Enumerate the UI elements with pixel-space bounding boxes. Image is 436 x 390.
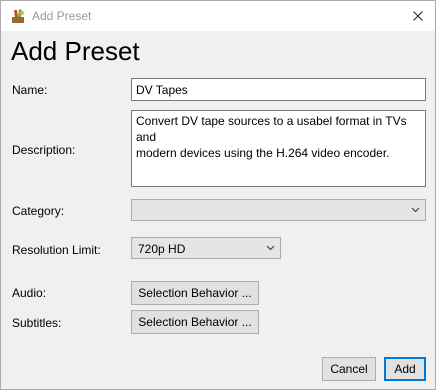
category-dropdown[interactable] [131,199,426,221]
handbrake-icon [12,9,24,23]
subtitles-selection-behavior-button[interactable]: Selection Behavior ... [131,310,259,334]
title-bar: Add Preset [1,1,435,31]
close-icon [413,11,423,21]
description-label: Description: [12,143,76,157]
description-line: Convert DV tape sources to a usabel form… [136,114,407,144]
name-field[interactable] [131,78,426,101]
cancel-button[interactable]: Cancel [322,357,376,381]
chevron-down-icon [266,245,275,251]
page-title: Add Preset [11,36,140,66]
description-field[interactable]: Convert DV tape sources to a usabel form… [131,110,426,187]
add-preset-dialog: Add Preset Add Preset Name: Description:… [0,0,436,390]
close-button[interactable] [401,1,435,31]
subtitles-label: Subtitles: [12,316,62,330]
description-line: modern devices using the H.264 video enc… [136,146,390,160]
audio-label: Audio: [12,286,47,300]
resolution-limit-label: Resolution Limit: [12,243,101,257]
resolution-limit-value: 720p HD [138,242,186,256]
add-button[interactable]: Add [384,357,426,381]
chevron-down-icon [411,207,420,213]
resolution-limit-dropdown[interactable]: 720p HD [131,237,281,259]
window-title: Add Preset [32,9,92,23]
name-label: Name: [12,83,48,97]
category-label: Category: [12,204,65,218]
audio-selection-behavior-button[interactable]: Selection Behavior ... [131,281,259,305]
